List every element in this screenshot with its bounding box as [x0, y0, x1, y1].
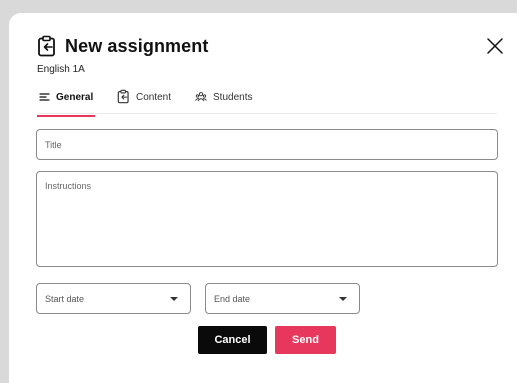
- send-button[interactable]: Send: [275, 326, 336, 354]
- tab-students-label: Students: [213, 92, 253, 103]
- tab-general[interactable]: General: [36, 92, 96, 117]
- tab-bar: General Content Students: [36, 89, 497, 117]
- chevron-down-icon: [170, 297, 178, 301]
- tab-content-label: Content: [136, 92, 172, 103]
- end-date-select[interactable]: End date: [205, 283, 360, 314]
- start-date-label: Start date: [45, 294, 85, 304]
- tab-students[interactable]: Students: [195, 92, 252, 116]
- instructions-textarea[interactable]: [36, 171, 498, 267]
- list-lines-icon: [39, 93, 50, 101]
- clipboard-arrow-icon: [117, 89, 129, 104]
- tab-content[interactable]: Content: [117, 89, 171, 113]
- cancel-button[interactable]: Cancel: [198, 326, 267, 354]
- close-icon: [487, 38, 503, 54]
- new-assignment-dialog: New assignment English 1A General Conten…: [9, 13, 517, 383]
- end-date-label: End date: [214, 294, 251, 304]
- students-group-icon: [195, 92, 207, 102]
- dialog-header: New assignment: [37, 35, 208, 57]
- dialog-subtitle: English 1A: [37, 64, 85, 75]
- dialog-title: New assignment: [65, 35, 209, 56]
- tab-general-label: General: [56, 92, 94, 103]
- start-date-select[interactable]: Start date: [36, 283, 191, 314]
- title-input[interactable]: [36, 129, 498, 160]
- clipboard-arrow-icon: [38, 35, 55, 57]
- chevron-down-icon: [339, 297, 347, 301]
- close-button[interactable]: [485, 36, 505, 56]
